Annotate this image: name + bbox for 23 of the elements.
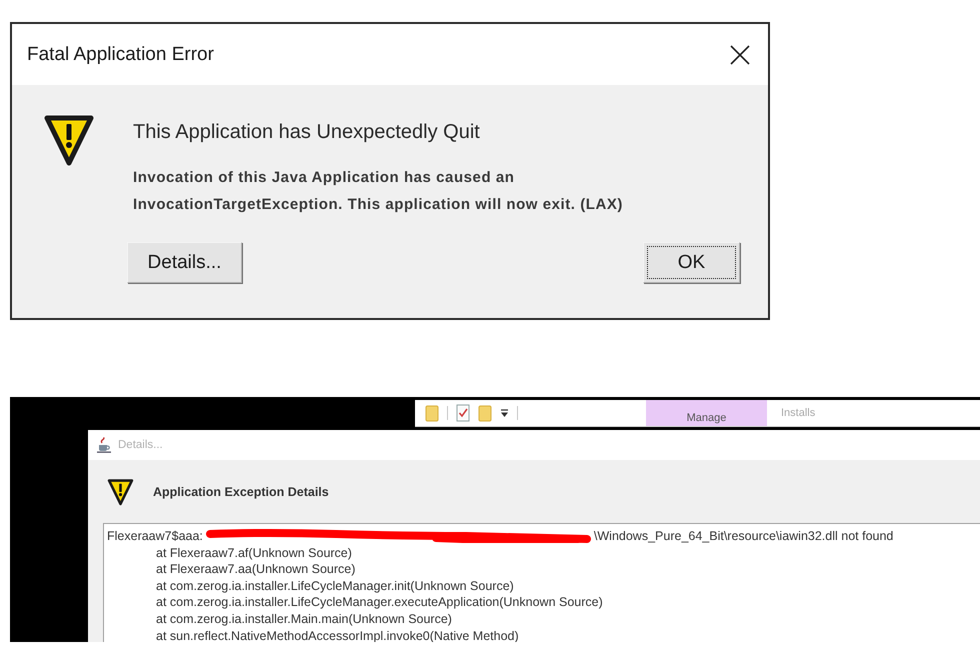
document-check-icon[interactable] <box>456 404 470 422</box>
trace-line: at Flexeraaw7.af(Unknown Source) <box>156 544 352 562</box>
window-title: Fatal Application Error <box>27 44 214 66</box>
details-heading: Application Exception Details <box>153 484 329 498</box>
context-group-label: Manage <box>646 400 767 426</box>
trace-line: at com.zerog.ia.installer.LifeCycleManager.init(Unknown Source) <box>156 578 514 594</box>
trace-line: at com.zerog.ia.installer.Main.main(Unknown Source) <box>156 610 452 628</box>
error-message: Invocation of this Java Application has caused an InvocationTargetException. This application will now exit. (LAX) <box>133 168 623 215</box>
warning-icon <box>43 113 95 167</box>
trace-line: at sun.reflect.NativeMethodAccessorImpl.invoke0(Native Method) <box>156 628 519 642</box>
error-heading: This Application has Unexpectedly Quit <box>133 120 481 144</box>
trace-line: at com.zerog.ia.installer.LifeCycleManager.executeApplication(Unknown Source) <box>156 594 603 611</box>
trace-line: \Windows_Pure_64_Bit\resource\iawin32.dll not found <box>594 528 894 545</box>
trace-line: Flexeraaw7$aaa: <box>107 528 203 545</box>
cup-icon <box>96 437 112 453</box>
trace-line: at Flexeraaw7.aa(Unknown Source) <box>156 561 356 578</box>
details-button[interactable]: Details... <box>127 242 242 283</box>
ok-button[interactable]: OK <box>643 242 740 283</box>
caret-icon[interactable] <box>500 408 509 418</box>
close-icon[interactable] <box>730 44 750 64</box>
window-title: Installs <box>781 407 816 419</box>
window-title: Details... <box>118 439 163 451</box>
warning-icon <box>107 478 134 506</box>
